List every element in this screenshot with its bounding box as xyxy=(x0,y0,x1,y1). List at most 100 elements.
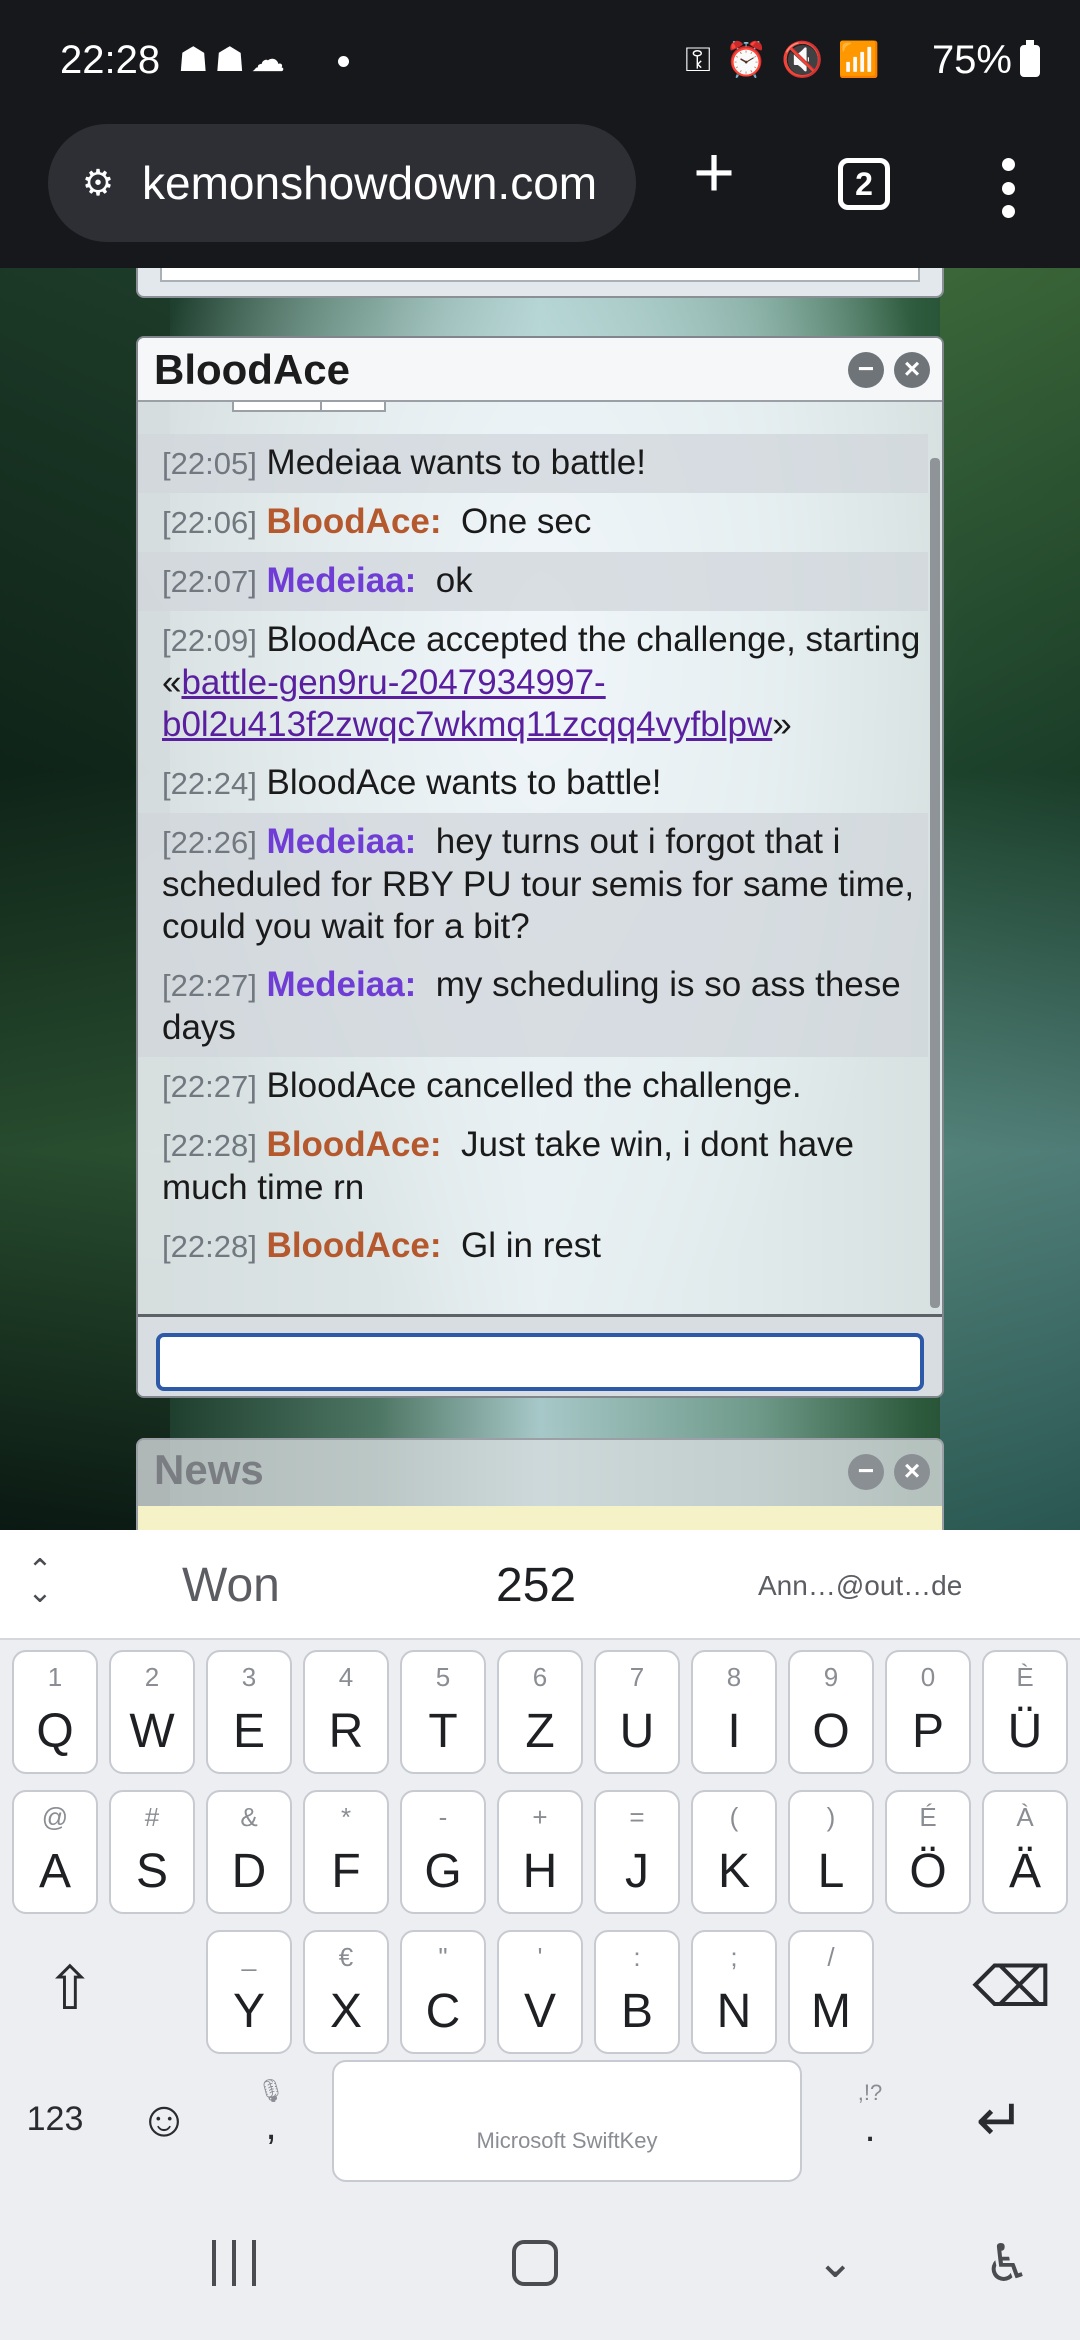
key-label: R xyxy=(328,1705,364,1758)
period-key[interactable]: ,!? . xyxy=(840,2080,900,2164)
pm-window-header[interactable]: BloodAce − × xyxy=(138,338,942,402)
key-hint: 0 xyxy=(920,1662,936,1692)
message-input[interactable] xyxy=(156,1333,924,1391)
key[interactable]: # S xyxy=(109,1790,195,1914)
message-text: ok xyxy=(435,561,473,600)
browser-menu-button[interactable] xyxy=(996,158,1020,218)
key[interactable]: 4R xyxy=(303,1650,389,1774)
key[interactable]: ; N xyxy=(691,1930,777,2054)
key-hint: È xyxy=(1016,1662,1034,1692)
home-button[interactable] xyxy=(512,2240,558,2286)
key-label: A xyxy=(38,1845,71,1898)
chat-log[interactable]: [22:05] Medeiaa wants to battle! [22:06]… xyxy=(138,434,928,1280)
recent-apps-button[interactable] xyxy=(212,2240,256,2286)
site-settings-icon[interactable]: ⚙ xyxy=(74,162,122,203)
chat-message: [22:05] Medeiaa wants to battle! xyxy=(138,434,928,493)
key[interactable]: 0P xyxy=(885,1650,971,1774)
key-hint: 4 xyxy=(338,1662,354,1692)
close-button[interactable]: × xyxy=(894,1454,930,1490)
key-hint: & xyxy=(240,1802,258,1832)
key-label: Ö xyxy=(909,1845,947,1898)
message-timestamp: [22:26] xyxy=(162,825,257,860)
key-label: G xyxy=(424,1845,462,1898)
emoji-key[interactable]: ☺ xyxy=(132,2090,196,2148)
key-label: K xyxy=(717,1845,750,1898)
status-left-icons: ☗ ☗ ☁ xyxy=(178,40,285,80)
enter-key[interactable]: ↵ xyxy=(962,2086,1038,2154)
key[interactable]: ' V xyxy=(497,1930,583,2054)
shift-key[interactable]: ⇧ xyxy=(30,1954,110,2024)
key[interactable]: & D xyxy=(206,1790,292,1914)
key[interactable]: @ A xyxy=(12,1790,98,1914)
key-label: J xyxy=(625,1845,649,1898)
key[interactable]: 5T xyxy=(400,1650,486,1774)
tab-switcher-button[interactable]: 2 xyxy=(838,158,890,210)
key[interactable]: ÀÄ xyxy=(982,1790,1068,1914)
key[interactable]: = J xyxy=(594,1790,680,1914)
address-bar[interactable]: ⚙ kemonshowdown.com xyxy=(48,124,636,242)
key[interactable]: 8I xyxy=(691,1650,777,1774)
message-timestamp: [22:06] xyxy=(162,505,257,540)
space-brand-label: Microsoft SwiftKey xyxy=(476,2128,658,2153)
key-label: L xyxy=(817,1845,845,1898)
key[interactable]: :B xyxy=(594,1930,680,2054)
close-button[interactable]: × xyxy=(894,352,930,388)
minimize-button[interactable]: − xyxy=(848,1454,884,1490)
key[interactable]: 9O xyxy=(788,1650,874,1774)
message-text: One sec xyxy=(461,502,592,541)
key[interactable]: _ Y xyxy=(206,1930,292,2054)
key[interactable]: € X xyxy=(303,1930,389,2054)
key-label: D xyxy=(231,1845,267,1898)
status-bar: 22:28 ☗ ☗ ☁ ⚿ ⏰ 🔇 📶 75% xyxy=(0,0,1080,120)
key[interactable]: -G xyxy=(400,1790,486,1914)
new-tab-button[interactable]: + xyxy=(680,137,748,210)
minimize-button[interactable]: − xyxy=(848,352,884,388)
battery-icon xyxy=(1020,39,1040,77)
message-username[interactable]: Medeiaa: xyxy=(267,965,417,1004)
key[interactable]: + H xyxy=(497,1790,583,1914)
key-hint: 5 xyxy=(435,1662,451,1692)
key-hint: ) xyxy=(826,1802,836,1832)
key[interactable]: 2W xyxy=(109,1650,195,1774)
message-username[interactable]: Medeiaa: xyxy=(267,561,417,600)
wifi-icon: 📶 xyxy=(837,41,880,79)
key[interactable]: 7U xyxy=(594,1650,680,1774)
key[interactable]: (K xyxy=(691,1790,777,1914)
numbers-key[interactable]: 123 xyxy=(20,2100,90,2139)
previous-panel-bottom xyxy=(136,268,944,298)
message-username[interactable]: Medeiaa: xyxy=(267,822,417,861)
comma-key[interactable]: 🎙 , xyxy=(244,2078,298,2162)
key[interactable]: 1Q xyxy=(12,1650,98,1774)
message-username[interactable]: BloodAce: xyxy=(267,502,442,541)
suggestion-item[interactable]: Ann…@out…de xyxy=(758,1570,962,1602)
key[interactable]: 3E xyxy=(206,1650,292,1774)
pokemon-icon: ☗ xyxy=(178,41,209,79)
expand-arrows-icon[interactable]: ⌃ ⌄ xyxy=(24,1556,56,1608)
key[interactable]: 6Z xyxy=(497,1650,583,1774)
period-label: . xyxy=(864,2106,876,2150)
space-key[interactable]: Microsoft SwiftKey xyxy=(332,2060,802,2182)
key-label: B xyxy=(620,1985,653,2038)
suggestion-item[interactable]: 252 xyxy=(496,1558,576,1613)
key[interactable]: ÈÜ xyxy=(982,1650,1068,1774)
suggestion-item[interactable]: Won xyxy=(182,1558,280,1613)
comma-label: , xyxy=(265,2104,277,2148)
message-username[interactable]: BloodAce: xyxy=(267,1226,442,1265)
hide-keyboard-chevron-icon[interactable]: ⌄ xyxy=(816,2234,855,2288)
key[interactable]: ) L xyxy=(788,1790,874,1914)
background-foliage-right xyxy=(940,268,1080,1530)
key-label: Q xyxy=(36,1705,74,1758)
backspace-key[interactable]: ⌫ xyxy=(972,1954,1052,2024)
accessibility-icon[interactable]: ♿ xyxy=(984,2234,1031,2294)
key[interactable]: ÉÖ xyxy=(885,1790,971,1914)
key[interactable]: / M xyxy=(788,1930,874,2054)
key-label: M xyxy=(811,1985,851,2038)
battle-link[interactable]: battle-gen9ru-2047934997-b0l2u413f2zwqc7… xyxy=(162,663,772,744)
key[interactable]: * F xyxy=(303,1790,389,1914)
key-label: F xyxy=(331,1845,361,1898)
chat-scrollbar[interactable] xyxy=(930,458,940,1308)
url-text[interactable]: kemonshowdown.com xyxy=(142,156,597,210)
key-hint: - xyxy=(438,1802,448,1832)
key[interactable]: " C xyxy=(400,1930,486,2054)
message-username[interactable]: BloodAce: xyxy=(267,1125,442,1164)
